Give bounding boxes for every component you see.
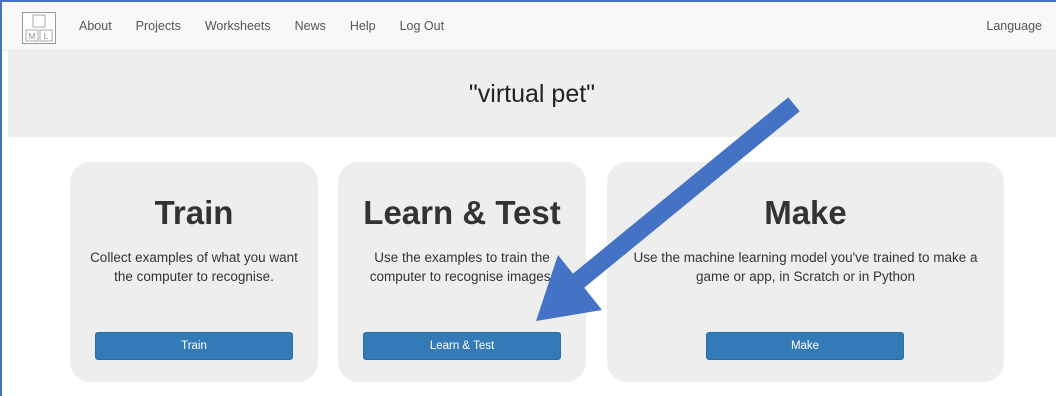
nav-link-news[interactable]: News (295, 19, 326, 33)
navbar: M L About Projects Worksheets News Help … (2, 2, 1056, 51)
nav-link-projects[interactable]: Projects (136, 19, 181, 33)
learn-test-card: Learn & Test Use the examples to train t… (338, 162, 586, 382)
train-card: Train Collect examples of what you want … (70, 162, 318, 382)
make-heading: Make (764, 194, 847, 231)
project-title: "virtual pet" (468, 79, 596, 108)
nav-link-logout[interactable]: Log Out (400, 19, 444, 33)
logo-letter-m: M (29, 32, 36, 41)
logo-letter-l: L (44, 32, 49, 41)
make-button[interactable]: Make (706, 332, 904, 360)
train-description: Collect examples of what you want the co… (90, 250, 298, 284)
learn-test-heading: Learn & Test (363, 194, 561, 231)
learn-test-button[interactable]: Learn & Test (363, 332, 561, 360)
nav-link-help[interactable]: Help (350, 19, 376, 33)
nav-links: About Projects Worksheets News Help Log … (79, 2, 468, 50)
train-button[interactable]: Train (95, 332, 293, 360)
make-description: Use the machine learning model you've tr… (633, 250, 978, 284)
learn-test-description: Use the examples to train the computer t… (369, 250, 555, 284)
language-menu[interactable]: Language (986, 2, 1042, 50)
make-card: Make Use the machine learning model you'… (607, 162, 1004, 382)
nav-link-worksheets[interactable]: Worksheets (205, 19, 271, 33)
project-title-band: "virtual pet" (8, 51, 1056, 137)
train-heading: Train (154, 194, 234, 231)
nav-link-about[interactable]: About (79, 19, 112, 33)
ml-logo-icon[interactable]: M L (22, 12, 56, 44)
